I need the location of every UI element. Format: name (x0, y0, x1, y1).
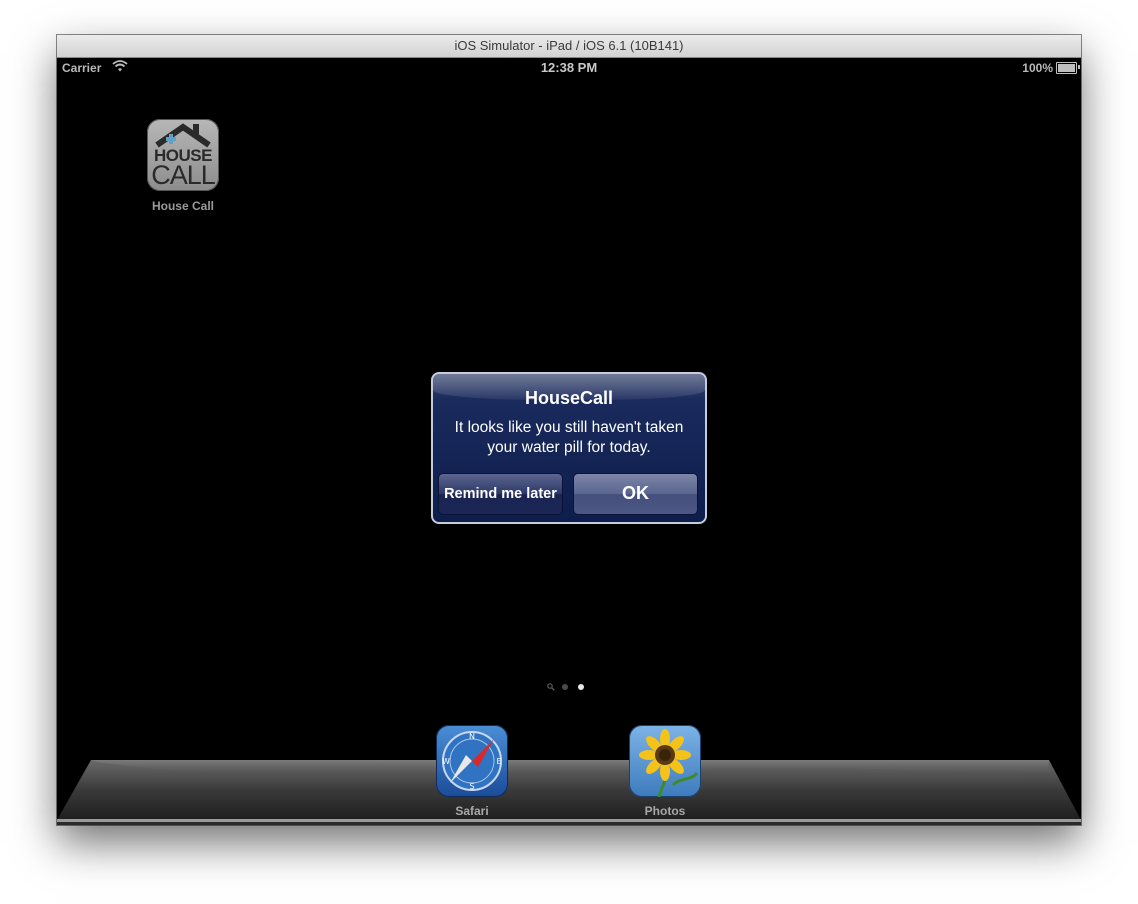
page-indicator[interactable] (545, 682, 595, 692)
ipad-screen: Carrier 12:38 PM 100% HOUSE CALL House C… (57, 58, 1081, 825)
safari-app-label: Safari (455, 804, 489, 818)
ok-button[interactable]: OK (573, 473, 698, 515)
status-time: 12:38 PM (540, 60, 598, 75)
photos-app-label: Photos (644, 804, 686, 818)
safari-compass-icon[interactable]: N S W E (436, 725, 508, 797)
status-bar: Carrier 12:38 PM 100% (57, 58, 1081, 78)
window-title: iOS Simulator - iPad / iOS 6.1 (10B141) (57, 35, 1081, 58)
svg-text:N: N (469, 732, 475, 741)
sunflower-icon[interactable] (629, 725, 701, 797)
page-dot-2-active (578, 684, 584, 690)
housecall-app-label: House Call (151, 199, 214, 213)
svg-text:S: S (469, 782, 474, 791)
search-icon (547, 683, 555, 691)
remind-me-later-button[interactable]: Remind me later (438, 473, 563, 515)
battery-percent: 100% (1022, 61, 1053, 75)
svg-text:W: W (442, 757, 450, 766)
dock-shelf (57, 760, 1081, 825)
alert-title: HouseCall (524, 388, 614, 408)
compass-icon: N S W E (442, 731, 502, 791)
alert-message: It looks like you still haven't taken yo… (454, 419, 684, 456)
dock (57, 758, 1081, 825)
battery-tip (1078, 65, 1080, 69)
battery-icon (1056, 62, 1077, 74)
photos-sunflower-icon (639, 729, 699, 797)
housecall-app-icon[interactable]: HOUSE CALL (147, 119, 219, 191)
housecall-icon-text-bottom: CALL (151, 160, 216, 190)
alert-dialog: HouseCall It looks like you still haven'… (431, 372, 707, 524)
house-roof-icon (155, 123, 211, 148)
page-dot-1 (562, 684, 568, 690)
svg-text:E: E (496, 757, 501, 766)
simulator-window: iOS Simulator - iPad / iOS 6.1 (10B141) … (57, 35, 1081, 825)
